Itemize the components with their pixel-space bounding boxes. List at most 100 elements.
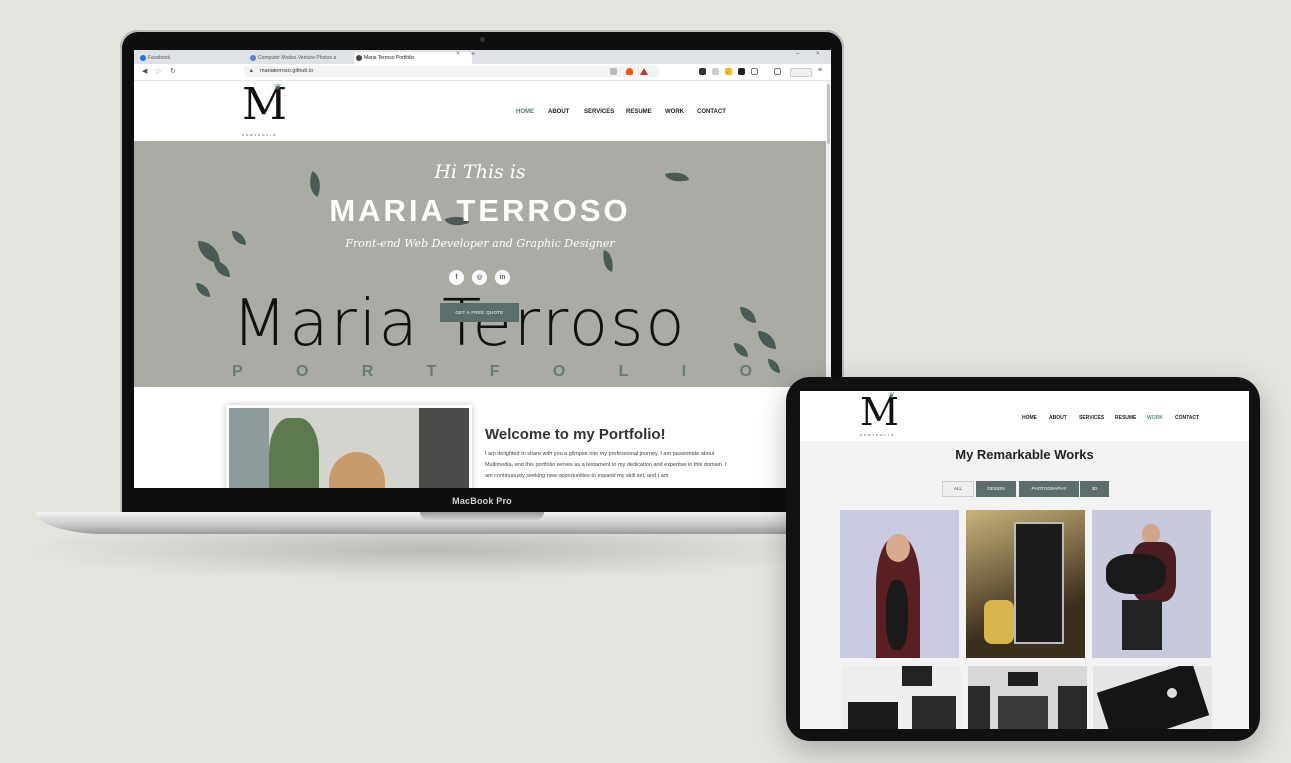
facebook-icon[interactable]: f xyxy=(449,270,464,285)
get-quote-button[interactable]: GET A FREE QUOTE xyxy=(440,303,519,322)
work-item[interactable] xyxy=(840,510,959,658)
leaf-branch-right xyxy=(758,331,776,349)
nav-home[interactable]: HOME xyxy=(516,109,534,115)
work-cabinet xyxy=(1058,686,1087,729)
menu-icon[interactable]: ≡ xyxy=(818,67,822,74)
laptop-screen: Facebook Computer Modes Venture Photos a… xyxy=(134,50,831,488)
tablet-nav-resume[interactable]: RESUME xyxy=(1115,415,1136,421)
work-face xyxy=(886,534,910,562)
filter-all[interactable]: ALL xyxy=(942,481,974,497)
nav-about[interactable]: ABOUT xyxy=(548,109,569,115)
sidebar-icon[interactable] xyxy=(774,68,781,75)
work-guitar xyxy=(886,580,908,650)
welcome-section: Welcome to my Portfolio! I am delighted … xyxy=(134,387,826,488)
work-device xyxy=(1096,666,1210,729)
work-item[interactable] xyxy=(842,666,961,729)
close-tab-icon[interactable]: × xyxy=(456,51,460,57)
work-item[interactable] xyxy=(968,666,1087,729)
facebook-favicon-icon xyxy=(140,55,146,61)
browser-tab[interactable]: Facebook xyxy=(138,52,248,64)
portfolio-letter: O xyxy=(295,363,309,380)
tablet-site-header: M ❦ PORTFOLIO HOME ABOUT SERVICES RESUME… xyxy=(800,391,1249,441)
work-item[interactable] xyxy=(966,510,1085,658)
brave-shield-icon[interactable] xyxy=(626,68,633,75)
tablet-nav-services[interactable]: SERVICES xyxy=(1079,415,1104,421)
hero-section: Hi This is MARIA TERROSO Front-end Web D… xyxy=(134,141,826,387)
logo-subtitle: PORTFOLIO xyxy=(242,133,278,137)
site-favicon-icon xyxy=(356,55,362,61)
extension-icon[interactable] xyxy=(699,68,706,75)
work-face xyxy=(1142,524,1160,544)
extension-icon[interactable] xyxy=(712,68,719,75)
leaf-icon: ❦ xyxy=(274,82,282,92)
portfolio-letter: T xyxy=(426,363,437,380)
nav-services[interactable]: SERVICES xyxy=(584,109,614,115)
work-trophy xyxy=(984,600,1014,644)
lock-icon: 🔒︎ xyxy=(250,68,253,74)
vpn-button[interactable] xyxy=(790,68,812,77)
work-item[interactable] xyxy=(1093,666,1212,729)
puzzle-icon[interactable] xyxy=(738,68,745,75)
work-microwave xyxy=(1008,672,1038,686)
portfolio-letter: P xyxy=(232,363,243,380)
nav-contact[interactable]: CONTACT xyxy=(697,109,726,115)
photo-person xyxy=(329,452,385,488)
address-bar[interactable]: 🔒︎ mariaterroso.github.io xyxy=(244,66,660,77)
photo-building xyxy=(229,408,269,488)
share-icon[interactable] xyxy=(610,68,617,75)
browser-tab[interactable]: Computer Modes Venture Photos a xyxy=(248,52,362,64)
photo-tree xyxy=(269,418,319,488)
filter-design[interactable]: DESIGN xyxy=(976,481,1016,497)
hero-role: Front-end Web Developer and Graphic Desi… xyxy=(345,237,615,250)
nav-resume[interactable]: RESUME xyxy=(626,109,652,115)
welcome-text: I am delighted to share with you a glimp… xyxy=(485,451,727,479)
work-drawers xyxy=(968,686,990,729)
minimize-icon[interactable]: – xyxy=(796,51,799,57)
portfolio-letter: R xyxy=(361,363,374,380)
laptop-notch xyxy=(420,512,544,520)
hero-greeting: Hi This is xyxy=(434,161,526,183)
browser-tab-label: Maria Terroso Portfolio xyxy=(364,55,415,61)
photo-wall xyxy=(419,408,469,488)
browser-tab-label: Facebook xyxy=(148,55,170,61)
reload-icon[interactable]: ↻ xyxy=(170,67,176,75)
work-cabinet xyxy=(912,696,956,729)
close-window-icon[interactable]: × xyxy=(816,51,820,57)
instagram-icon[interactable]: ◎ xyxy=(472,270,487,285)
extension-icon[interactable] xyxy=(725,68,732,75)
portfolio-letter: L xyxy=(618,363,629,380)
scrollbar-thumb[interactable] xyxy=(827,84,830,144)
url-text: mariaterroso.github.io xyxy=(260,68,314,74)
tablet-nav-work[interactable]: WORK xyxy=(1147,415,1163,421)
brave-rewards-icon[interactable] xyxy=(640,68,648,75)
work-cabinet xyxy=(902,666,932,686)
nav-work[interactable]: WORK xyxy=(665,109,684,115)
tablet-nav-contact[interactable]: CONTACT xyxy=(1175,415,1199,421)
tablet-nav-home[interactable]: HOME xyxy=(1022,415,1037,421)
work-kitchen xyxy=(848,702,898,729)
tablet-logo-subtitle: PORTFOLIO xyxy=(860,433,896,437)
work-item[interactable] xyxy=(1092,510,1211,658)
welcome-title: Welcome to my Portfolio! xyxy=(485,426,666,443)
filter-photography[interactable]: PHOTOGRAPHY xyxy=(1019,481,1079,497)
portfolio-letter: F xyxy=(489,363,500,380)
portfolio-letter: O xyxy=(739,363,752,380)
laptop-camera xyxy=(480,37,485,42)
linkedin-icon[interactable]: in xyxy=(495,270,510,285)
browser-tab-active[interactable]: Maria Terroso Portfolio xyxy=(354,52,472,64)
leaf-icon: ❦ xyxy=(888,391,895,400)
profile-photo xyxy=(226,405,472,488)
tablet-nav-about[interactable]: ABOUT xyxy=(1049,415,1067,421)
work-oven xyxy=(998,696,1048,729)
hero-name: MARIA TERROSO xyxy=(329,193,631,228)
forward-icon[interactable]: ▷ xyxy=(156,67,161,75)
gear-favicon-icon xyxy=(250,55,256,61)
new-tab-icon[interactable]: + xyxy=(471,51,475,58)
work-device-button xyxy=(1167,688,1177,698)
portfolio-word: P O R T F O L I O xyxy=(232,363,752,381)
filter-3d[interactable]: 3D xyxy=(1080,481,1109,497)
download-icon[interactable] xyxy=(751,68,758,75)
browser-toolbar: ◀ ▷ ↻ ▯ 🔒︎ mariaterroso.github.io ≡ xyxy=(134,64,831,81)
back-icon[interactable]: ◀ xyxy=(142,67,147,75)
works-title: My Remarkable Works xyxy=(955,447,1094,462)
